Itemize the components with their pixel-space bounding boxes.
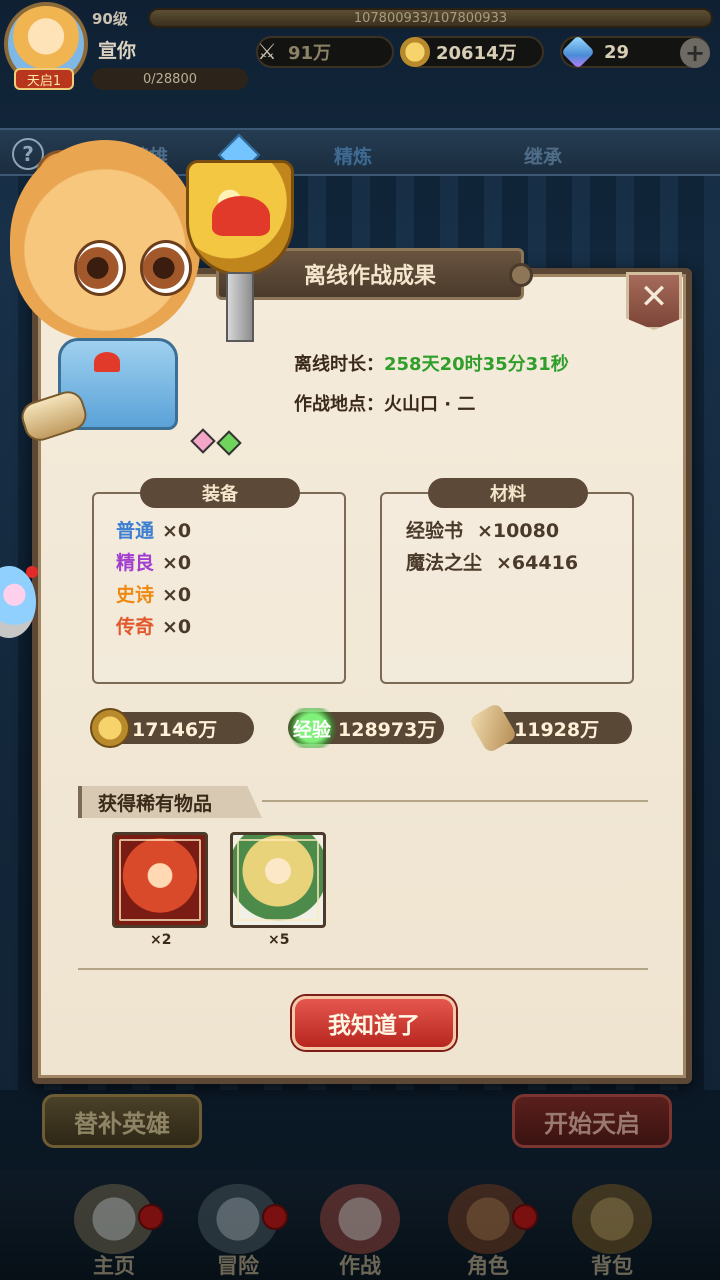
nav-home[interactable]: 主页 [54,1178,174,1280]
close-icon: ✕ [639,277,669,317]
equip-name: 精良 [116,552,155,574]
equip-row-epic: 史诗 ×0 [116,580,191,607]
battle-character-icon [320,1184,400,1254]
nav-label: 作战 [339,1254,381,1278]
equip-count: ×0 [162,520,192,542]
card-frame [119,839,201,921]
power-display: ⚔ 91万 [256,36,394,68]
notification-dot [138,1204,164,1230]
location-row: 作战地点：火山口 · 二 [294,390,475,416]
rare-items-title: 获得稀有物品 [78,786,262,818]
scroll-reward: 11928万 [468,702,632,754]
power-value: 91万 [288,43,332,64]
gold-coin-icon [90,708,130,748]
player-level: 90级 [92,10,128,28]
material-name: 魔法之尘 [406,552,483,574]
nav-battle[interactable]: 作战 [300,1178,420,1280]
gold-coin-icon [400,37,430,67]
gem-value: 29 [604,41,630,63]
nav-label: 背包 [591,1254,633,1278]
player-name: 宣你 [98,40,137,62]
brand-logo-icon [94,352,120,372]
equip-name: 普通 [116,520,155,542]
equip-row-legend: 传奇 ×0 [116,612,191,639]
close-button[interactable]: ✕ [626,272,682,330]
start-apocalypse-button[interactable]: 开始天启 [512,1094,672,1148]
tab-inherit[interactable]: 继承 [524,142,562,169]
nav-label: 主页 [93,1254,135,1278]
location-label: 作战地点： [294,394,384,415]
notification-dot [262,1204,288,1230]
nav-adventure[interactable]: 冒险 [178,1178,298,1280]
divider [262,800,648,802]
mascot-eye [74,240,126,296]
player-tag: 天启1 [14,68,74,90]
top-bar: 天启1 90级 107800933/107800933 宣你 0/28800 ⚔… [0,0,720,96]
exp-icon: 经验 [284,708,340,748]
material-name: 经验书 [406,520,464,542]
gold-display: 20614万 [400,36,544,68]
material-row-expbook: 经验书 ×10080 [406,516,559,543]
crossed-swords-icon: ⚔ [257,39,277,65]
equip-count: ×0 [162,616,192,638]
equip-count: ×0 [162,584,192,606]
exp-reward-value: 128973万 [338,718,437,741]
gem-icon [561,35,595,69]
rare-item-card-blonde-hero[interactable] [230,832,326,928]
mascot-eye [140,240,192,296]
trophy-stem [226,272,254,342]
equip-name: 史诗 [116,584,155,606]
duration-value: 258天20时35分31秒 [384,354,569,375]
gold-reward: 17146万 [90,708,254,748]
crystals-icon [190,426,246,456]
material-row-magicdust: 魔法之尘 ×64416 [406,548,578,575]
backpack-icon [572,1184,652,1254]
nav-character[interactable]: 角色 [428,1178,548,1280]
divider [78,968,648,970]
substitute-hero-button[interactable]: 替补英雄 [42,1094,202,1148]
material-count: ×10080 [477,520,560,542]
title-knob-icon [509,263,533,287]
tab-refine[interactable]: 精炼 [334,142,372,169]
gold-reward-value: 17146万 [132,718,218,741]
hp-bar: 107800933/107800933 [148,8,713,28]
equip-count: ×0 [162,552,192,574]
materials-title: 材料 [428,478,588,508]
rare-item-card-red-hair-hero[interactable] [112,832,208,928]
location-value: 火山口 · 二 [384,394,476,415]
rare-item-count: ×5 [268,932,290,948]
equip-row-common: 普通 ×0 [116,516,191,543]
material-count: ×64416 [496,552,579,574]
crystal-green [216,430,242,456]
brand-logo-icon [212,196,270,236]
gold-value: 20614万 [436,43,517,64]
crystal-pink [190,428,216,454]
scroll-reward-value: 11928万 [514,718,600,741]
exp-reward: 经验 128973万 [284,708,444,748]
duration-label: 离线时长： [294,354,384,375]
duration-row: 离线时长：258天20时35分31秒 [294,350,569,376]
dialog-title-text: 离线作战成果 [303,264,436,289]
nav-label: 冒险 [217,1254,259,1278]
rare-item-count: ×2 [150,932,172,948]
notification-dot [512,1204,538,1230]
exp-bar: 0/28800 [92,68,248,90]
equipment-title: 装备 [140,478,300,508]
equip-row-fine: 精良 ×0 [116,548,191,575]
notification-dot [26,566,38,578]
equip-name: 传奇 [116,616,155,638]
nav-label: 角色 [467,1254,509,1278]
acknowledge-button[interactable]: 我知道了 [292,996,456,1050]
add-gems-button[interactable]: + [680,38,710,68]
nav-bag[interactable]: 背包 [552,1178,672,1280]
card-frame [237,839,319,921]
